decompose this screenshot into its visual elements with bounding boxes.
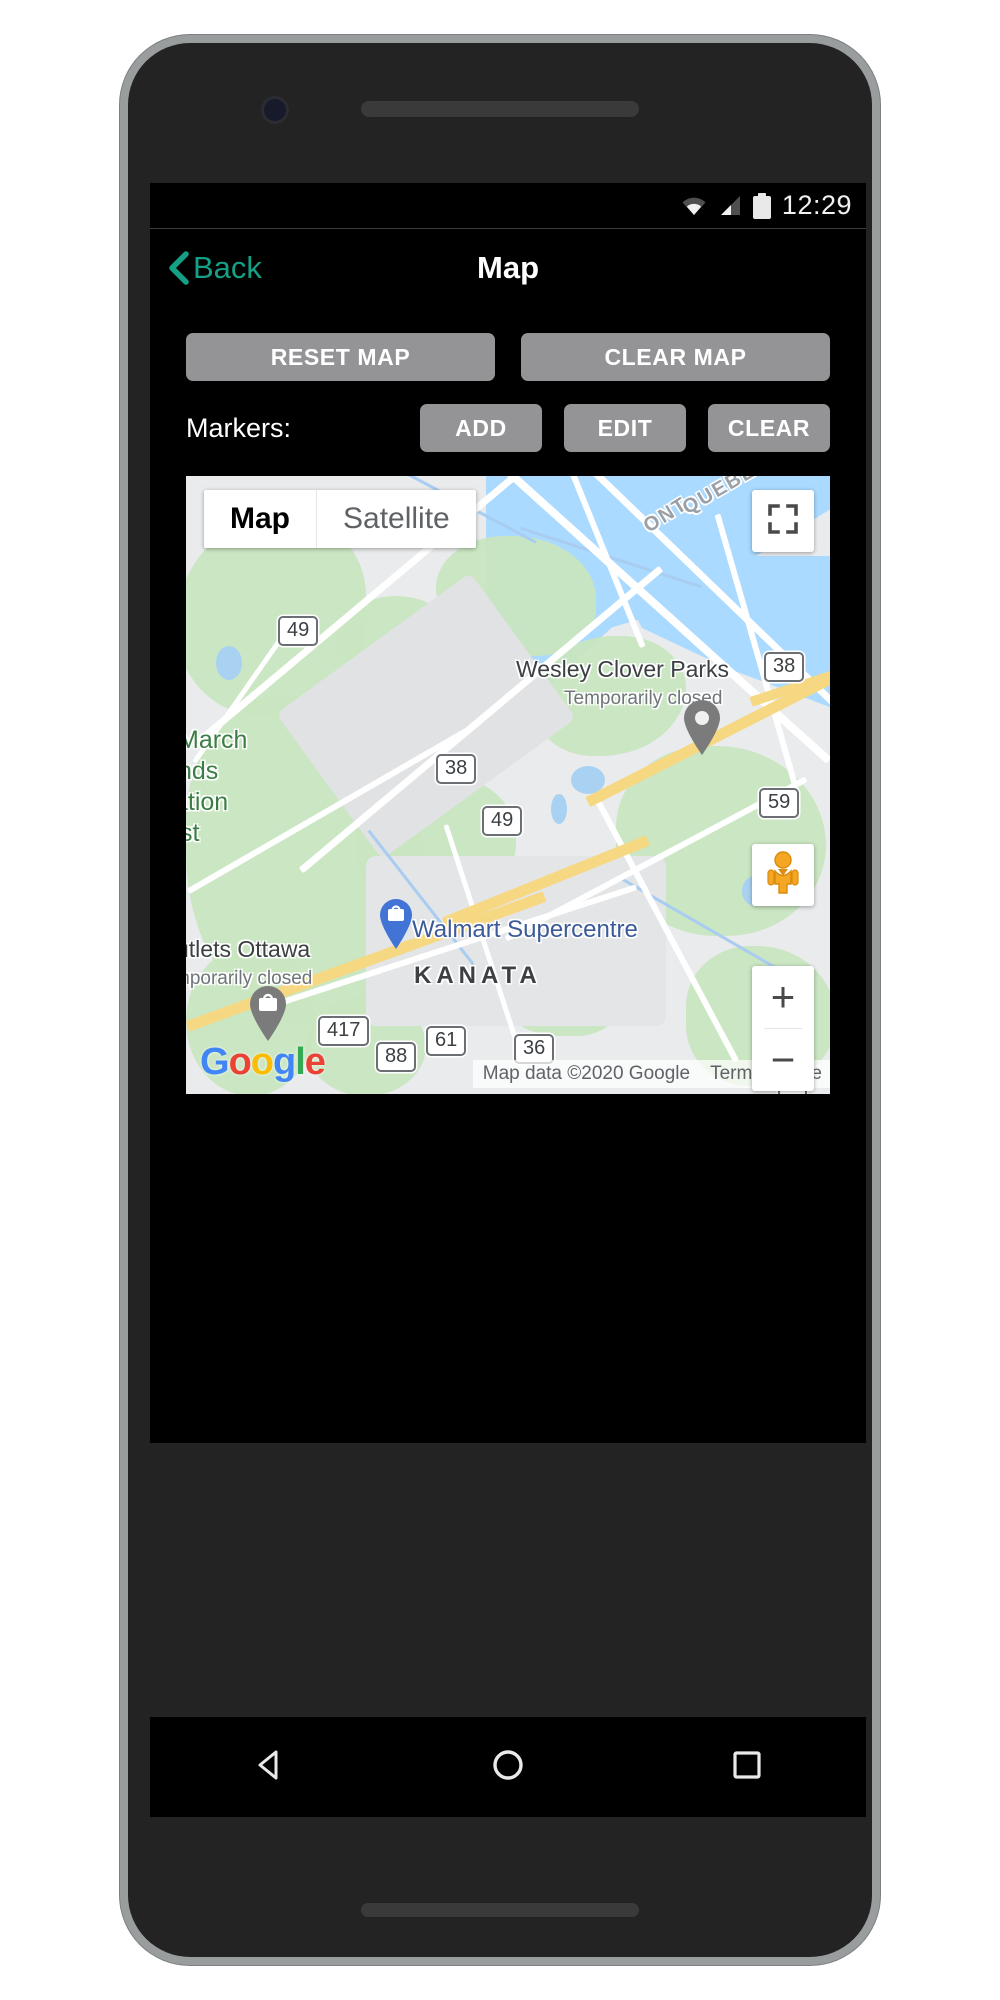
street-view-pegman-button[interactable] <box>752 844 814 906</box>
earpiece-speaker <box>361 101 639 117</box>
map-shield-59: 59 <box>759 788 800 818</box>
map-action-row: RESET MAP CLEAR MAP <box>186 333 830 381</box>
reset-map-button[interactable]: RESET MAP <box>186 333 495 381</box>
map-label-outlets-ottawa: utlets Ottawa <box>186 936 311 962</box>
front-camera-icon <box>264 99 286 121</box>
google-logo: Google <box>200 1041 326 1083</box>
fullscreen-icon <box>768 503 798 539</box>
map-shield-61: 61 <box>426 1026 467 1056</box>
map-label-walmart: Walmart Supercentre <box>412 916 638 943</box>
android-back-button[interactable] <box>250 1746 288 1789</box>
clear-map-button[interactable]: CLEAR MAP <box>521 333 830 381</box>
google-map[interactable]: QUEBEC ONT Wesley Clover Parks Temporari… <box>186 476 830 1094</box>
marker-add-button[interactable]: ADD <box>420 404 542 452</box>
map-canvas[interactable]: QUEBEC ONT Wesley Clover Parks Temporari… <box>186 476 830 1094</box>
android-home-button[interactable] <box>489 1746 527 1789</box>
cell-signal-icon <box>718 195 742 216</box>
marker-edit-button[interactable]: EDIT <box>564 404 686 452</box>
back-button[interactable]: Back <box>150 250 262 286</box>
walmart-supercentre-pin[interactable] <box>376 896 416 950</box>
app-nav-bar: Back Map <box>150 229 866 307</box>
map-type-satellite-tab[interactable]: Satellite <box>316 490 476 548</box>
map-pond <box>551 794 567 824</box>
zoom-in-button[interactable]: + <box>752 966 814 1028</box>
map-label-park-line4: st <box>186 819 200 847</box>
bottom-speaker <box>361 1903 639 1917</box>
phone-body: 12:29 Back Map RESET MAP CLEAR MAP Marke… <box>128 43 872 1957</box>
markers-label: Markers: <box>186 412 292 443</box>
status-bar: 12:29 <box>150 183 866 229</box>
map-label-park-line3: ation <box>186 788 229 816</box>
street-view-pegman-icon <box>765 850 801 900</box>
wifi-icon <box>681 196 707 216</box>
phone-screen: 12:29 Back Map RESET MAP CLEAR MAP Marke… <box>150 183 866 1443</box>
map-shield-49-b: 49 <box>482 806 523 836</box>
map-shield-49-a: 49 <box>278 616 319 646</box>
map-label-kanata: KANATA <box>414 962 542 989</box>
map-controls-panel: RESET MAP CLEAR MAP Markers: ADD EDIT CL… <box>150 307 866 452</box>
battery-icon <box>752 192 771 219</box>
map-shield-88: 88 <box>376 1042 417 1072</box>
fullscreen-button[interactable] <box>752 490 814 552</box>
outlets-ottawa-pin[interactable] <box>246 984 290 1042</box>
map-shield-38-a: 38 <box>436 754 477 784</box>
map-label-park-line1: March <box>186 726 248 754</box>
markers-row: Markers: ADD EDIT CLEAR <box>186 404 830 452</box>
map-type-map-tab[interactable]: Map <box>204 490 316 548</box>
android-recents-button[interactable] <box>728 1746 766 1789</box>
map-label-park-line2: nds <box>186 757 219 785</box>
wesley-clover-parks-pin[interactable] <box>680 698 724 756</box>
map-type-toggle[interactable]: Map Satellite <box>204 490 476 548</box>
zoom-out-button[interactable]: − <box>752 1029 814 1091</box>
phone-device: 12:29 Back Map RESET MAP CLEAR MAP Marke… <box>120 35 880 1965</box>
android-navigation-bar <box>150 1717 866 1817</box>
back-button-label: Back <box>193 250 262 285</box>
map-zoom-controls[interactable]: + − <box>752 966 814 1091</box>
map-pond <box>216 646 242 680</box>
map-shield-417: 417 <box>318 1016 370 1046</box>
map-shield-38-b: 38 <box>764 652 805 682</box>
chevron-left-icon <box>166 251 190 285</box>
map-data-attribution: Map data ©2020 Google <box>482 1063 691 1084</box>
map-label-wesley-clover-parks: Wesley Clover Parks <box>516 656 730 682</box>
status-clock: 12:29 <box>781 190 852 220</box>
marker-clear-button[interactable]: CLEAR <box>708 404 830 452</box>
